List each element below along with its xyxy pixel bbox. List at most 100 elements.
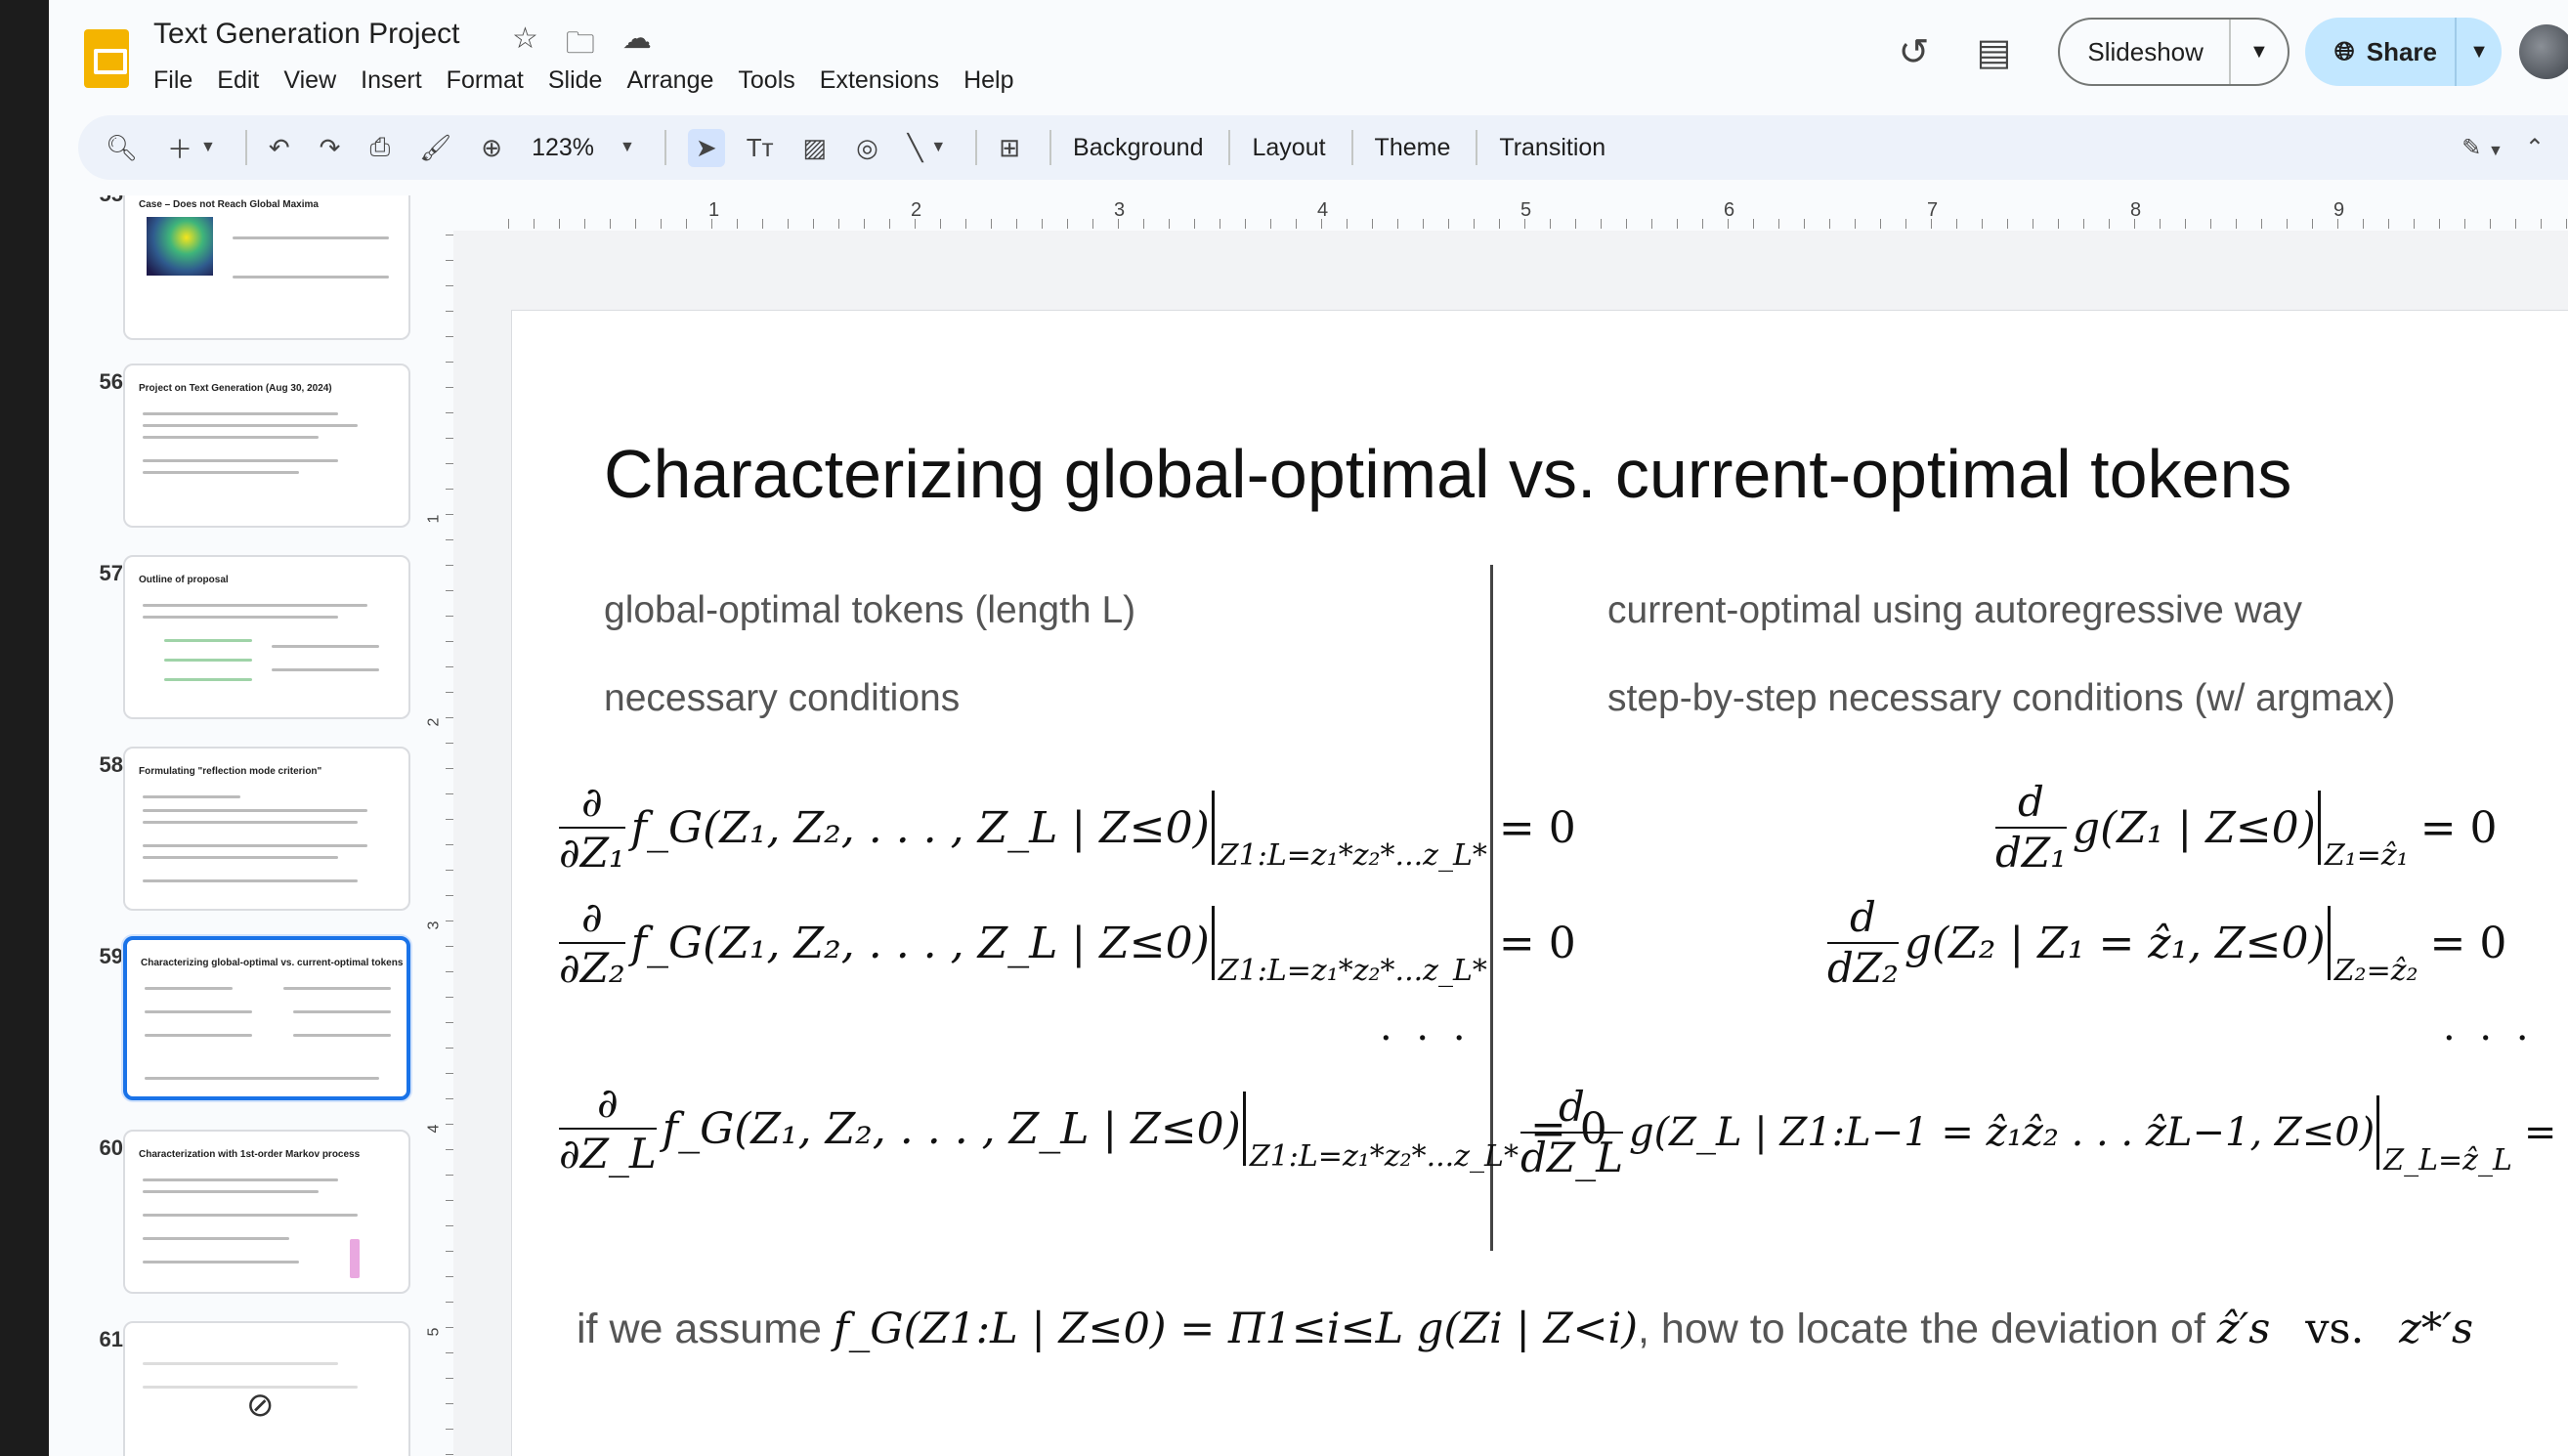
left-equation-1[interactable]: ∂ ∂Z₁ f_G(Z₁, Z₂, . . . , Z_L | Z≤0) Z1:L… [559, 782, 1576, 874]
select-cursor-icon[interactable]: ➤ [687, 128, 725, 167]
right-subheading[interactable]: step-by-step necessary conditions (w/ ar… [1607, 677, 2395, 720]
redo-icon[interactable]: ↷ [320, 133, 341, 163]
paint-format-icon[interactable]: 🖌︎ [419, 133, 451, 163]
thumb-number: 56 [99, 369, 123, 394]
left-equation-L[interactable]: ∂ ∂Z_L f_G(Z₁, Z₂, . . . , Z_L | Z≤0) Z1:… [559, 1083, 1607, 1175]
ruler-ticks [508, 219, 2568, 229]
background-button[interactable]: Background [1073, 134, 1203, 162]
comments-icon[interactable]: ▤ [1977, 30, 2012, 74]
share-button[interactable]: 🌐︎ Share [2305, 36, 2455, 67]
slide-filmstrip[interactable]: 55 Case – Does not Reach Global Maxima 5… [49, 195, 430, 1456]
menu-extensions[interactable]: Extensions [820, 66, 939, 95]
thumb-line [143, 412, 338, 415]
transition-button[interactable]: Transition [1499, 134, 1605, 162]
eval-bar [2376, 1095, 2380, 1170]
document-title[interactable]: Text Generation Project [153, 18, 460, 51]
thumb-number: 59 [99, 944, 123, 968]
bottom-text-pre: if we assume [577, 1306, 822, 1352]
star-icon[interactable]: ☆ [512, 21, 538, 71]
slide-thumbnail[interactable]: Case – Does not Reach Global Maxima [123, 195, 410, 340]
collapse-toolbar-icon[interactable]: ⌃ [2525, 134, 2545, 162]
right-heading[interactable]: current-optimal using autoregressive way [1607, 589, 2302, 632]
eq-eval: Z₂=ẑ₂ [2333, 953, 2418, 988]
menu-view[interactable]: View [283, 66, 336, 95]
hidden-slide-icon: ⊘ [246, 1387, 275, 1424]
title-icons: ☆ 🗀 ☁ [512, 21, 652, 71]
bottom-math: f_G(Z1:L | Z≤0) = Π1≤i≤L g(Zi | Z<i) [833, 1305, 1639, 1353]
menu-slide[interactable]: Slide [548, 66, 603, 95]
ruler-number: 4 [1317, 199, 1329, 221]
move-folder-icon[interactable]: 🗀 [566, 21, 595, 71]
derivative-fraction: d dZ₁ [1995, 782, 2067, 874]
menu-tools[interactable]: Tools [738, 66, 794, 95]
ruler-number: 5 [425, 1327, 443, 1337]
thumb-title: Case – Does not Reach Global Maxima [139, 199, 319, 210]
slide-title[interactable]: Characterizing global-optimal vs. curren… [604, 435, 2291, 513]
ruler-number: 2 [911, 199, 922, 221]
ruler-number: 2 [425, 717, 443, 727]
thumb-title: Characterization with 1st-order Markov p… [139, 1149, 361, 1160]
menu-file[interactable]: File [153, 66, 193, 95]
menu-help[interactable]: Help [963, 66, 1013, 95]
frac-den: ∂Z₂ [559, 944, 625, 992]
avatar[interactable] [2519, 24, 2568, 79]
slide-thumbnail[interactable]: Project on Text Generation (Aug 30, 2024… [123, 364, 410, 528]
menu-edit[interactable]: Edit [217, 66, 259, 95]
search-menus-icon[interactable]: 🔍︎ [106, 133, 138, 163]
slide-thumbnail-hidden[interactable]: ⊘ [123, 1321, 410, 1456]
print-icon[interactable]: ⎙ [369, 132, 390, 163]
layout-button[interactable]: Layout [1252, 134, 1325, 162]
frac-num: d [1559, 1083, 1585, 1131]
eq-eval: Z_L=ẑ_L [2383, 1142, 2512, 1178]
left-heading[interactable]: global-optimal tokens (length L) [604, 589, 1135, 632]
shape-icon[interactable]: ◎ [856, 133, 878, 163]
thumb-line [143, 879, 358, 882]
version-history-icon[interactable]: ↺ [1899, 30, 1930, 74]
theme-button[interactable]: Theme [1375, 134, 1451, 162]
slides-app: Text Generation Project ☆ 🗀 ☁ File Edit … [0, 0, 2568, 1456]
thumb-line [164, 639, 252, 642]
menu-format[interactable]: Format [447, 66, 524, 95]
thumb-line [164, 678, 252, 681]
insert-image-icon[interactable]: ▨ [802, 133, 827, 163]
eq-body: f_G(Z₁, Z₂, . . . , Z_L | Z≤0) [630, 918, 1210, 968]
editing-mode-icon[interactable]: ✎ ▼ [2461, 134, 2504, 162]
right-equation-L[interactable]: d dZ_L g(Z_L | Z1:L−1 = ẑ₁ẑ₂ . . . ẑL−1, … [1520, 1087, 2568, 1178]
left-equation-2[interactable]: ∂ ∂Z₂ f_G(Z₁, Z₂, . . . , Z_L | Z≤0) Z1:L… [559, 897, 1576, 989]
share-dropdown-icon[interactable]: ▼ [2455, 18, 2502, 86]
undo-icon[interactable]: ↶ [269, 133, 290, 163]
eval-bar [1242, 1092, 1246, 1166]
thumb-number: 58 [99, 752, 123, 777]
frac-num: ∂ [581, 893, 603, 941]
zoom-dropdown-icon[interactable]: ▼ [620, 139, 635, 156]
slides-logo-icon[interactable] [84, 29, 129, 88]
frac-den: dZ₁ [1995, 829, 2067, 877]
right-equation-2[interactable]: d dZ₂ g(Z₂ | Z₁ = ẑ₁, Z≤0) Z₂=ẑ₂ = 0 [1827, 897, 2506, 989]
eq-eval: Z₁=ẑ₁ [2324, 837, 2409, 873]
add-comment-icon[interactable]: ⊞ [999, 133, 1020, 163]
slideshow-dropdown-icon[interactable]: ▼ [2231, 41, 2288, 64]
text-box-icon[interactable]: Tт [747, 133, 774, 163]
cloud-status-icon[interactable]: ☁ [622, 21, 652, 71]
slide-thumbnail[interactable]: Formulating "reflection mode criterion" [123, 747, 410, 911]
thumb-line [143, 616, 338, 619]
slideshow-button[interactable]: Slideshow [2060, 20, 2231, 84]
thumb-number: 55 [74, 195, 123, 207]
right-equation-1[interactable]: d dZ₁ g(Z₁ | Z≤0) Z₁=ẑ₁ = 0 [1995, 782, 2498, 874]
new-slide-icon[interactable]: ＋ ▼ [167, 130, 216, 166]
zoom-icon[interactable]: ⊕ [481, 133, 502, 163]
line-icon[interactable]: ╲ ▼ [908, 133, 947, 163]
slide-thumbnail[interactable]: Outline of proposal [123, 555, 410, 719]
left-subheading[interactable]: necessary conditions [604, 677, 960, 720]
eval-bar [2317, 791, 2321, 865]
thumb-number: 61 [99, 1327, 123, 1351]
menu-arrange[interactable]: Arrange [626, 66, 713, 95]
menu-insert[interactable]: Insert [361, 66, 422, 95]
slide-thumbnail[interactable]: Characterization with 1st-order Markov p… [123, 1130, 410, 1294]
bottom-question[interactable]: if we assume f_G(Z1:L | Z≤0) = Π1≤i≤L g(… [577, 1305, 2473, 1353]
thumb-number: 57 [99, 561, 123, 585]
toolbar-divider [1228, 130, 1231, 165]
zoom-level[interactable]: 123% [532, 134, 594, 162]
frac-num: d [2018, 778, 2044, 826]
slide-thumbnail-selected[interactable]: Characterizing global-optimal vs. curren… [123, 936, 410, 1100]
